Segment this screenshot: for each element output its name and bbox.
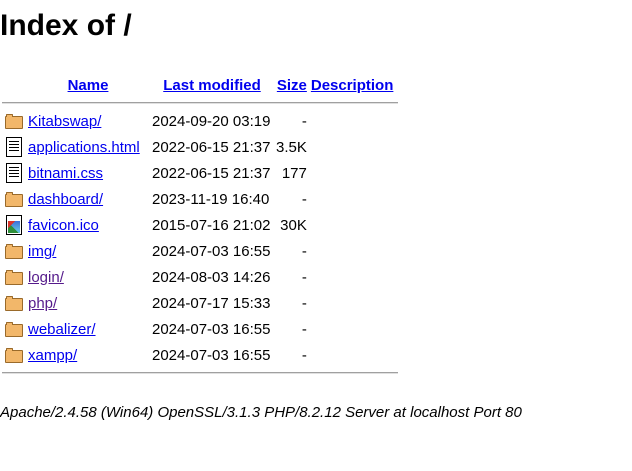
last-modified-cell: 2024-08-03 14:26 (152, 268, 271, 286)
sort-by-last-modified-link[interactable]: Last modified (163, 77, 261, 94)
image-file-icon (4, 215, 24, 235)
entry-link[interactable]: webalizer/ (28, 321, 96, 338)
folder-icon (4, 319, 24, 339)
page-title: Index of / (0, 9, 132, 42)
last-modified-cell: 2015-07-16 21:02 (152, 216, 271, 234)
entry-link[interactable]: dashboard/ (28, 191, 103, 208)
folder-icon (4, 267, 24, 287)
table-row: dashboard/2023-11-19 16:40 - (2, 186, 398, 212)
table-row: Kitabswap/2024-09-20 03:19 - (2, 108, 398, 134)
folder-icon (4, 293, 24, 313)
last-modified-cell: 2024-07-17 15:33 (152, 294, 271, 312)
size-cell: 3.5K (276, 138, 307, 156)
description-cell (309, 238, 398, 264)
description-cell (309, 342, 398, 368)
folder-icon (4, 111, 24, 131)
entry-link[interactable]: bitnami.css (28, 165, 103, 182)
size-cell: - (301, 346, 307, 364)
last-modified-cell: 2024-07-03 16:55 (152, 346, 271, 364)
table-header-row: Name Last modified Size Description (2, 72, 398, 98)
last-modified-cell: 2022-06-15 21:37 (152, 164, 271, 182)
description-cell (309, 290, 398, 316)
name-column-header: Name (26, 72, 150, 98)
table-row: php/2024-07-17 15:33 - (2, 290, 398, 316)
table-row: img/2024-07-03 16:55 - (2, 238, 398, 264)
entry-link[interactable]: applications.html (28, 139, 140, 156)
text-file-icon (4, 137, 24, 157)
last-modified-column-header: Last modified (150, 72, 274, 98)
size-cell: - (301, 294, 307, 312)
sort-by-description-link[interactable]: Description (311, 77, 394, 94)
entry-link[interactable]: favicon.ico (28, 217, 99, 234)
table-row: applications.html 2022-06-15 21:37 3.5K (2, 134, 398, 160)
last-modified-cell: 2024-07-03 16:55 (152, 320, 271, 338)
directory-listing-table: Name Last modified Size Description Kita… (2, 72, 398, 378)
folder-icon (4, 241, 24, 261)
horizontal-rule (2, 102, 398, 104)
footer-separator-row (2, 368, 398, 378)
size-column-header: Size (274, 72, 309, 98)
description-cell (309, 316, 398, 342)
description-cell (309, 134, 398, 160)
table-row: bitnami.css 2022-06-15 21:37 177 (2, 160, 398, 186)
description-cell (309, 108, 398, 134)
last-modified-cell: 2023-11-19 16:40 (152, 190, 270, 208)
size-cell: - (301, 112, 307, 130)
table-row: xampp/2024-07-03 16:55 - (2, 342, 398, 368)
folder-icon (4, 189, 24, 209)
size-cell: - (301, 320, 307, 338)
size-cell: - (301, 242, 307, 260)
size-cell: 177 (281, 164, 307, 182)
horizontal-rule (2, 372, 398, 374)
header-separator-row (2, 98, 398, 108)
description-cell (309, 160, 398, 186)
last-modified-cell: 2024-07-03 16:55 (152, 242, 271, 260)
last-modified-cell: 2022-06-15 21:37 (152, 138, 271, 156)
icon-column-header (2, 72, 26, 98)
server-signature: Apache/2.4.58 (Win64) OpenSSL/3.1.3 PHP/… (0, 404, 522, 421)
size-cell: - (301, 268, 307, 286)
description-cell (309, 264, 398, 290)
description-cell (309, 186, 398, 212)
size-cell: 30K (280, 216, 307, 234)
sort-by-name-link[interactable]: Name (68, 77, 109, 94)
table-row: favicon.ico 2015-07-16 21:02 30K (2, 212, 398, 238)
entry-link[interactable]: img/ (28, 243, 56, 260)
folder-icon (4, 345, 24, 365)
listing-body: Kitabswap/2024-09-20 03:19 - applications.… (2, 108, 398, 368)
entry-link[interactable]: Kitabswap/ (28, 113, 101, 130)
text-file-icon (4, 163, 24, 183)
entry-link[interactable]: php/ (28, 295, 57, 312)
last-modified-cell: 2024-09-20 03:19 (152, 112, 271, 130)
entry-link[interactable]: xampp/ (28, 347, 77, 364)
table-row: webalizer/2024-07-03 16:55 - (2, 316, 398, 342)
sort-by-size-link[interactable]: Size (277, 77, 307, 94)
size-cell: - (301, 190, 307, 208)
entry-link[interactable]: login/ (28, 269, 64, 286)
table-row: login/2024-08-03 14:26 - (2, 264, 398, 290)
description-cell (309, 212, 398, 238)
description-column-header: Description (309, 72, 398, 98)
